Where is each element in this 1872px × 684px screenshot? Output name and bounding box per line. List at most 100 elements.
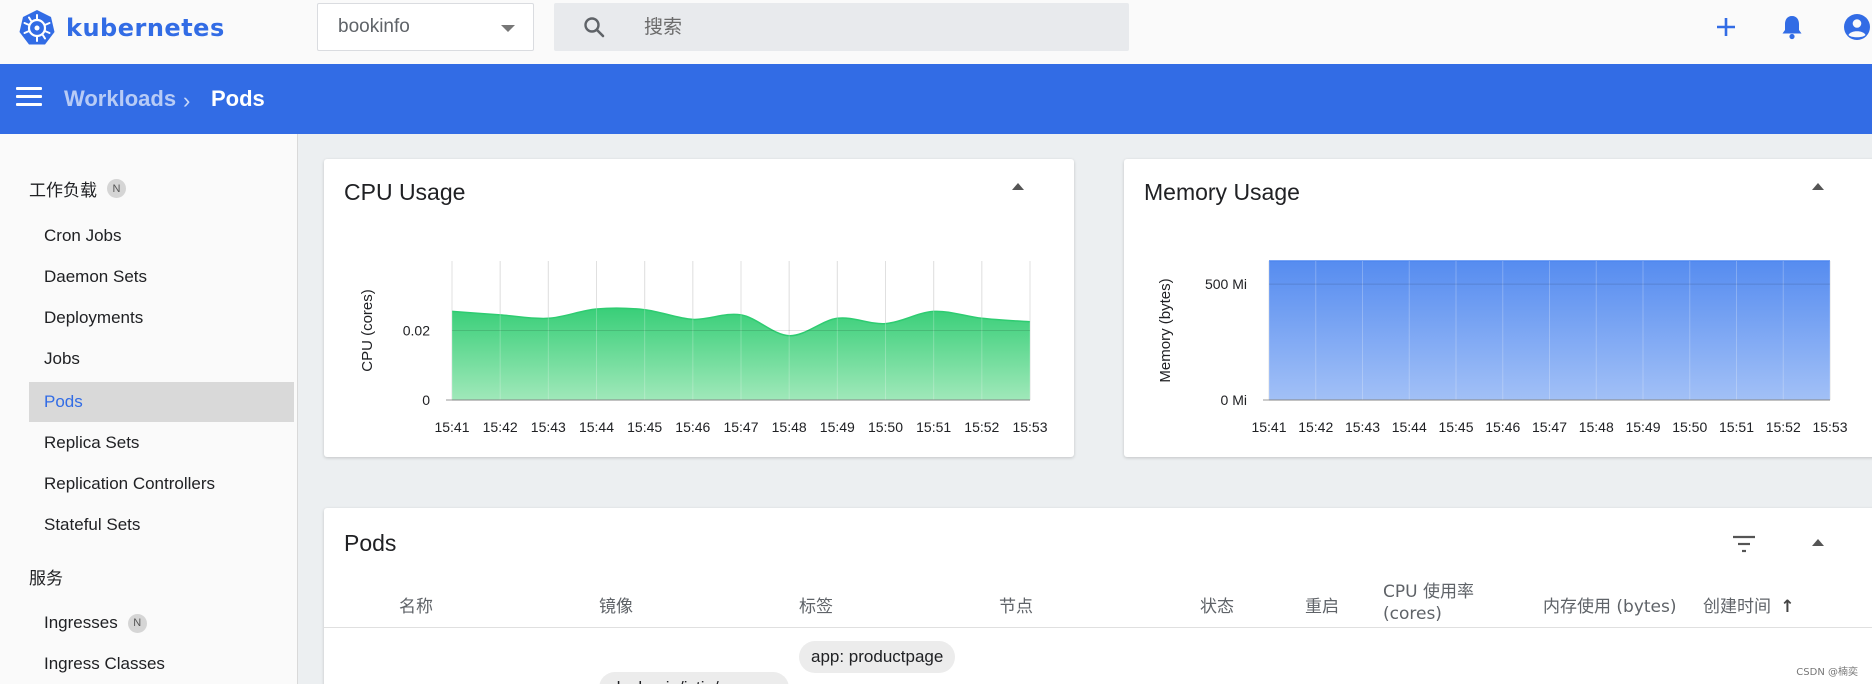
y-axis-label: Memory (bytes) [1157, 278, 1174, 382]
x-tick-label: 15:43 [1345, 419, 1380, 435]
new-badge: N [127, 613, 147, 633]
column-header-created[interactable]: 创建时间 ↑ [1703, 592, 1795, 617]
sidebar-item-label: Pods [44, 392, 83, 411]
y-tick-label: 0.02 [403, 323, 430, 339]
column-header-memory[interactable]: 内存使用 (bytes) [1543, 592, 1677, 617]
x-tick-label: 15:51 [1719, 419, 1754, 435]
sidebar-group-label: 服务 [29, 569, 63, 589]
sidebar-item-label: Ingresses [44, 613, 118, 632]
y-tick-label: 0 [422, 392, 430, 408]
sidebar-item-ingress-classes[interactable]: Ingress Classes [29, 644, 294, 684]
x-tick-label: 15:48 [772, 419, 807, 435]
search-input[interactable] [644, 13, 1104, 41]
sidebar-item-label: Deployments [44, 308, 144, 327]
app-name: kubernetes [66, 14, 225, 42]
sidebar-item-ingresses[interactable]: Ingresses N [29, 603, 294, 643]
page-header: Workloads › Pods [0, 64, 1872, 134]
x-tick-label: 15:45 [1438, 419, 1473, 435]
x-tick-label: 15:51 [916, 419, 951, 435]
x-tick-label: 15:50 [1672, 419, 1707, 435]
x-tick-label: 15:41 [434, 419, 469, 435]
y-tick-label: 500 Mi [1205, 276, 1247, 292]
caret-down-icon [501, 25, 515, 32]
sort-arrow-icon: ↑ [1780, 597, 1795, 617]
search-bar[interactable] [554, 3, 1129, 51]
x-tick-label: 15:49 [820, 419, 855, 435]
column-header-name[interactable]: 名称 [399, 592, 433, 617]
x-tick-label: 15:42 [483, 419, 518, 435]
x-tick-label: 15:41 [1251, 419, 1286, 435]
pods-card: Pods 名称 镜像 标签 节点 状态 重启 CPU 使用率 (cores) 内… [324, 508, 1872, 684]
bell-icon [1782, 16, 1802, 40]
namespace-selector[interactable]: bookinfo [317, 3, 534, 51]
new-badge: N [107, 179, 126, 198]
x-tick-label: 15:52 [964, 419, 999, 435]
sidebar-item-cron-jobs[interactable]: Cron Jobs [29, 216, 294, 256]
column-header-restarts[interactable]: 重启 [1305, 592, 1339, 617]
sidebar-item-jobs[interactable]: Jobs [29, 339, 294, 379]
sidebar-item-replication-controllers[interactable]: Replication Controllers [29, 464, 294, 504]
namespace-value: bookinfo [338, 16, 410, 37]
sidebar-item-deployments[interactable]: Deployments [29, 298, 294, 338]
sidebar-item-label: Daemon Sets [44, 267, 147, 286]
sidebar-item-label: Cron Jobs [44, 226, 122, 245]
account-button[interactable] [1842, 12, 1872, 42]
column-header-status[interactable]: 状态 [1200, 592, 1234, 617]
x-tick-label: 15:44 [1392, 419, 1427, 435]
cpu-usage-card: CPU Usage 15:41 15:42 15:43 15:44 15:45 15:46… [324, 159, 1074, 457]
chevron-right-icon: › [183, 88, 191, 113]
column-header-cpu[interactable]: CPU 使用率 (cores) [1383, 581, 1493, 625]
x-tick-label: 15:49 [1625, 419, 1660, 435]
column-header-labels[interactable]: 标签 [799, 592, 833, 617]
column-header-node[interactable]: 节点 [999, 592, 1033, 617]
x-tick-label: 15:44 [579, 419, 614, 435]
account-circle-icon [1844, 14, 1870, 40]
x-tick-label: 15:52 [1766, 419, 1801, 435]
sidebar-group-workloads[interactable]: 工作负载 N [29, 176, 126, 201]
y-tick-label: 0 Mi [1221, 392, 1247, 408]
sidebar-item-label: Ingress Classes [44, 654, 165, 673]
plus-icon [1717, 18, 1735, 36]
sidebar-group-service[interactable]: 服务 [29, 564, 63, 589]
x-tick-label: 15:47 [1532, 419, 1567, 435]
menu-icon[interactable] [16, 87, 42, 109]
create-button[interactable] [1711, 12, 1741, 42]
sidebar-item-label: Replica Sets [44, 433, 140, 452]
sidebar-item-replica-sets[interactable]: Replica Sets [29, 423, 294, 463]
x-tick-label: 15:47 [723, 419, 758, 435]
sidebar-item-label: Stateful Sets [44, 515, 141, 534]
column-header-created-label: 创建时间 [1703, 597, 1771, 617]
sidebar-item-label: Jobs [44, 349, 80, 368]
x-tick-label: 15:46 [675, 419, 710, 435]
table-row[interactable]: app: productpage docker.io/istio/exam [324, 628, 1872, 684]
notifications-button[interactable] [1777, 12, 1807, 42]
x-tick-label: 15:48 [1579, 419, 1614, 435]
memory-usage-chart: 15:41 15:42 15:43 15:44 15:45 15:46 15:47 15:48… [1157, 260, 1848, 435]
top-toolbar: kubernetes bookinfo [0, 0, 1872, 64]
sidebar-item-daemon-sets[interactable]: Daemon Sets [29, 257, 294, 297]
kubernetes-logo[interactable]: kubernetes [18, 9, 225, 47]
x-tick-label: 15:46 [1485, 419, 1520, 435]
memory-usage-card: Memory Usage 15:41 15:42 15:43 15:44 15:45 15… [1124, 159, 1872, 457]
sidebar-item-label: Replication Controllers [44, 474, 216, 493]
x-tick-label: 15:45 [627, 419, 662, 435]
sidebar-item-stateful-sets[interactable]: Stateful Sets [29, 505, 294, 545]
x-tick-label: 15:53 [1812, 419, 1847, 435]
x-tick-label: 15:50 [868, 419, 903, 435]
cpu-usage-chart: 15:41 15:42 15:43 15:44 15:45 15:46 15:47 15:48… [359, 261, 1048, 435]
sidebar-group-label: 工作负载 [29, 181, 97, 201]
kubernetes-wheel-icon [19, 10, 55, 45]
x-tick-label: 15:42 [1298, 419, 1333, 435]
breadcrumb-workloads[interactable]: Workloads [64, 86, 176, 112]
filter-icon[interactable] [1732, 534, 1756, 554]
sidebar: 工作负载 N Cron Jobs Daemon Sets Deployments… [0, 134, 298, 684]
collapse-icon[interactable] [1812, 539, 1824, 546]
image-chip: docker.io/istio/exam [599, 672, 789, 684]
column-header-image[interactable]: 镜像 [599, 592, 633, 617]
x-tick-label: 15:43 [531, 419, 566, 435]
watermark: CSDN @楠奕 [1796, 667, 1858, 678]
label-chip: app: productpage [799, 641, 956, 673]
breadcrumb-pods: Pods [211, 86, 265, 111]
x-tick-label: 15:53 [1012, 419, 1047, 435]
sidebar-item-pods[interactable]: Pods [29, 382, 294, 422]
